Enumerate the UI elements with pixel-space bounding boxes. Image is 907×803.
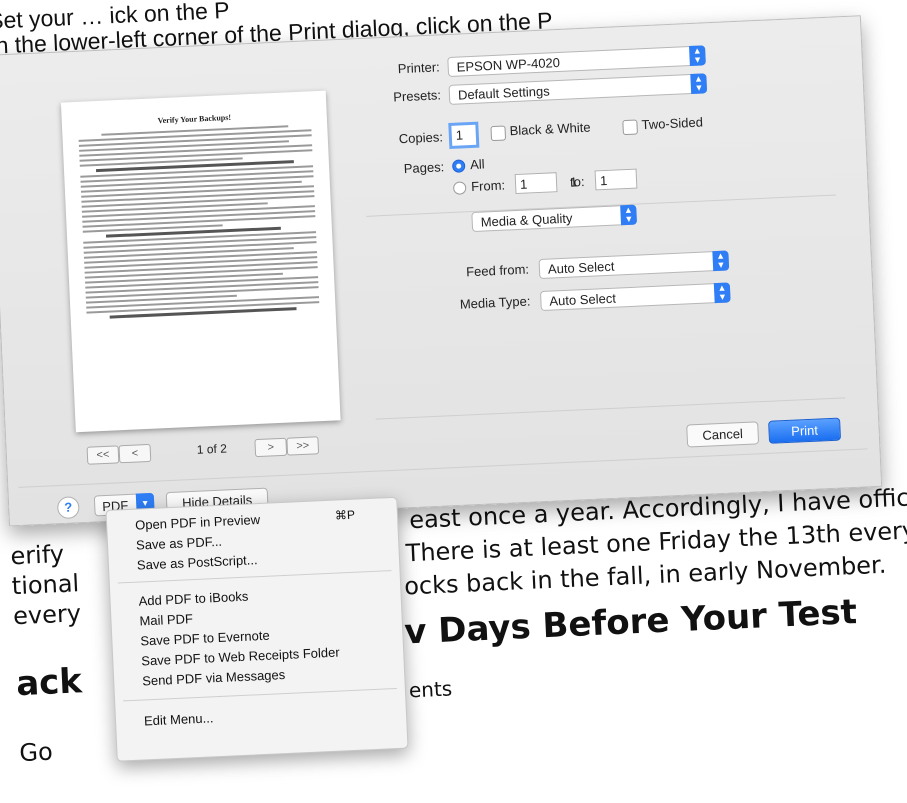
presets-value: Default Settings xyxy=(457,83,551,103)
printer-label: Printer: xyxy=(397,59,441,77)
presets-select[interactable]: Default Settings ▲ ▼ xyxy=(448,73,708,105)
prev-page-button[interactable]: < xyxy=(118,443,152,464)
bg-fragment: Go xyxy=(18,737,54,768)
feed-from-label: Feed from: xyxy=(465,261,530,280)
copies-field[interactable]: 1 xyxy=(448,121,480,150)
two-sided-checkbox[interactable] xyxy=(622,119,638,136)
media-type-value: Auto Select xyxy=(549,290,617,309)
menu-item-save-to-web-receipts[interactable]: Save PDF to Web Receipts Folder xyxy=(141,645,340,669)
black-white-checkbox[interactable] xyxy=(490,125,507,142)
media-type-label: Media Type: xyxy=(459,293,531,312)
next-page-button[interactable]: > xyxy=(254,437,288,458)
copies-label: Copies: xyxy=(398,129,444,147)
bg-fragment: tional xyxy=(11,569,80,601)
select-arrows-icon: ▲ ▼ xyxy=(712,250,730,272)
menu-separator xyxy=(117,570,392,584)
pdf-dropdown-menu: Open PDF in Preview ⌘P Save as PDF... Sa… xyxy=(105,496,409,762)
select-arrows-icon: ▲ ▼ xyxy=(620,204,638,226)
separator xyxy=(375,397,846,420)
bg-heading-left: ack xyxy=(15,661,83,705)
first-page-button[interactable]: << xyxy=(86,445,120,465)
menu-item-mail-pdf[interactable]: Mail PDF xyxy=(139,611,193,628)
pages-range-radio[interactable] xyxy=(452,181,467,195)
pages-all-radio[interactable] xyxy=(451,159,466,173)
last-page-button[interactable]: >> xyxy=(286,436,320,456)
bg-fragment: erify xyxy=(9,539,65,571)
menu-item-save-as-postscript[interactable]: Save as PostScript... xyxy=(137,552,258,572)
menu-item-open-pdf-preview[interactable]: Open PDF in Preview xyxy=(135,512,261,533)
presets-label: Presets: xyxy=(392,87,442,105)
help-icon[interactable]: ? xyxy=(56,496,80,520)
pages-label: Pages: xyxy=(403,159,445,177)
pages-all-label: All xyxy=(469,156,485,173)
media-type-select[interactable]: Auto Select ▲ ▼ xyxy=(539,282,731,312)
feed-from-value: Auto Select xyxy=(547,258,615,277)
feed-from-select[interactable]: Auto Select ▲ ▼ xyxy=(538,250,730,280)
select-arrows-icon: ▲ ▼ xyxy=(689,45,706,67)
printer-select[interactable]: EPSON WP-4020 ▲ ▼ xyxy=(447,45,706,77)
section-value: Media & Quality xyxy=(480,210,573,230)
select-arrows-icon: ▲ ▼ xyxy=(713,282,731,304)
pages-to-field[interactable]: 1 xyxy=(594,168,638,191)
menu-item-save-to-evernote[interactable]: Save PDF to Evernote xyxy=(140,628,270,649)
bg-fragment: every xyxy=(12,599,82,631)
section-select[interactable]: Media & Quality ▲ ▼ xyxy=(471,204,638,233)
pages-from-label: From: xyxy=(470,177,506,195)
select-arrows-icon: ▲ ▼ xyxy=(690,73,708,94)
menu-item-save-as-pdf[interactable]: Save as PDF... xyxy=(136,534,223,553)
cancel-button[interactable]: Cancel xyxy=(686,421,760,448)
black-white-label: Black & White xyxy=(509,119,591,139)
shortcut-label: ⌘P xyxy=(334,507,356,523)
menu-item-add-to-ibooks[interactable]: Add PDF to iBooks xyxy=(138,589,248,609)
two-sided-label: Two-Sided xyxy=(641,114,704,133)
menu-item-edit-menu[interactable]: Edit Menu... xyxy=(144,710,214,728)
pages-to-label: to: xyxy=(569,173,585,190)
printer-value: EPSON WP-4020 xyxy=(456,54,561,75)
bg-heading: v Days Before Your Test xyxy=(403,592,858,653)
print-preview-page[interactable]: Verify Your Backups! xyxy=(60,90,341,433)
print-button[interactable]: Print xyxy=(768,417,842,444)
pages-from-field[interactable]: 1 xyxy=(514,172,558,195)
bg-fragment: ents xyxy=(408,676,453,703)
menu-separator xyxy=(123,687,397,702)
menu-item-send-via-messages[interactable]: Send PDF via Messages xyxy=(142,667,286,688)
print-dialog: Verify Your Backups! << < 1 of 2 > >> Pr… xyxy=(0,15,883,527)
page-indicator: 1 of 2 xyxy=(196,441,228,457)
